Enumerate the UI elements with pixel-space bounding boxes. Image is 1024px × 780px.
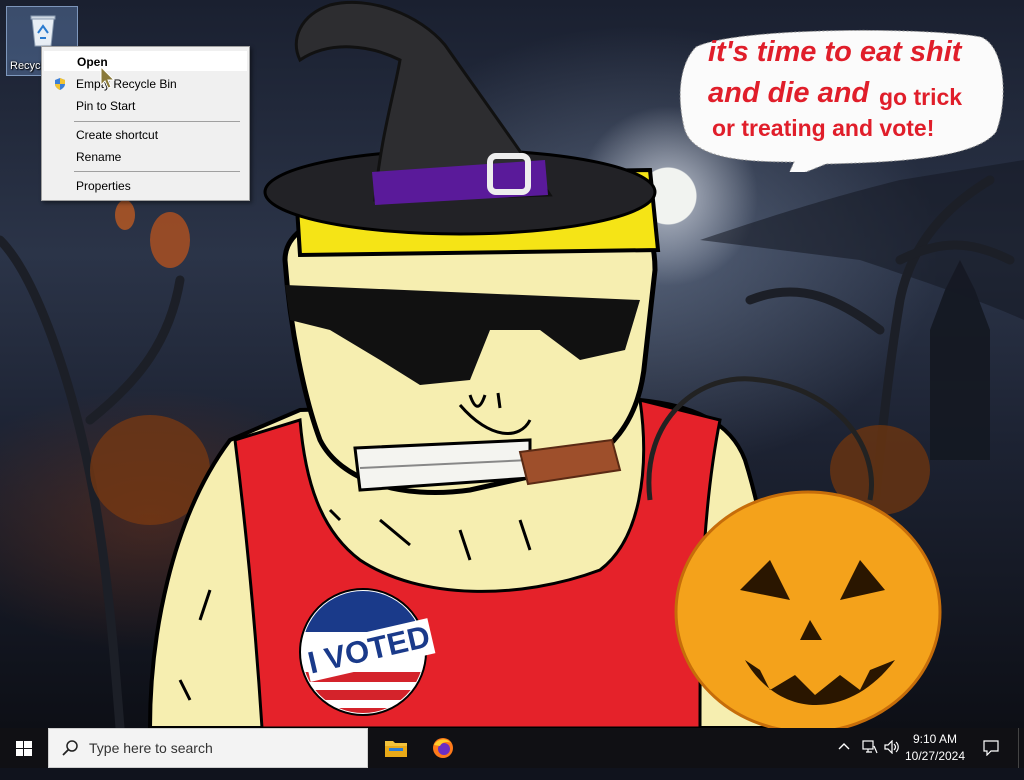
start-button[interactable]: [0, 728, 48, 768]
menu-item-label: Pin to Start: [76, 99, 136, 113]
shield-icon: [55, 78, 65, 90]
search-icon: [62, 740, 78, 756]
recycle-bin-icon: [30, 15, 56, 47]
menu-item-label: Rename: [76, 150, 122, 164]
file-explorer-icon: [385, 741, 407, 757]
menu-separator: [74, 121, 240, 122]
network-tray-button[interactable]: [862, 740, 878, 780]
show-desktop-button[interactable]: [1018, 728, 1024, 768]
menu-item-label: Properties: [76, 179, 131, 193]
taskbar-file-explorer[interactable]: [371, 728, 419, 768]
bubble-line-2b: go trick: [879, 84, 963, 110]
menu-separator: [74, 171, 240, 172]
bubble-line-3: or treating and vote!: [712, 115, 935, 141]
windows-logo-icon: [16, 741, 32, 756]
volume-tray-button[interactable]: [884, 739, 900, 780]
bubble-line-2a: and die and: [708, 77, 870, 109]
notifications-button[interactable]: [983, 740, 999, 780]
menu-item-properties[interactable]: Properties: [44, 176, 247, 196]
menu-item-label: Empty Recycle Bin: [76, 77, 177, 91]
menu-item-open[interactable]: Open: [44, 51, 247, 71]
clock-date[interactable]: 10/27/2024: [900, 749, 970, 763]
notification-icon: [983, 740, 999, 757]
menu-item-empty-recycle-bin[interactable]: Empty Recycle Bin: [44, 74, 247, 94]
desktop[interactable]: it's time to eat shit and die and go tri…: [0, 0, 1024, 728]
menu-item-rename[interactable]: Rename: [44, 147, 247, 167]
speaker-icon: [884, 739, 899, 755]
menu-item-label: Create shortcut: [76, 128, 159, 142]
taskbar-firefox[interactable]: [419, 728, 467, 768]
menu-item-pin-to-start[interactable]: Pin to Start: [44, 96, 247, 116]
taskbar-search-box[interactable]: Type here to search: [48, 728, 368, 768]
network-icon: [862, 740, 878, 754]
mouse-cursor-icon: [100, 66, 116, 89]
context-menu: Open Empty Recycle Bin Pin to Start Crea…: [41, 46, 250, 201]
show-hidden-icons-button[interactable]: [838, 740, 850, 780]
clock-time[interactable]: 9:10 AM: [900, 732, 970, 746]
speech-bubble: it's time to eat shit and die and go tri…: [676, 22, 1006, 181]
chevron-up-icon: [838, 743, 850, 750]
firefox-icon: [433, 738, 453, 758]
bubble-line-1: it's time to eat shit: [708, 36, 962, 68]
menu-item-create-shortcut[interactable]: Create shortcut: [44, 125, 247, 145]
search-placeholder: Type here to search: [89, 740, 213, 756]
taskbar: Type here to search 9:10 AM 10/27/2024: [0, 728, 1024, 768]
